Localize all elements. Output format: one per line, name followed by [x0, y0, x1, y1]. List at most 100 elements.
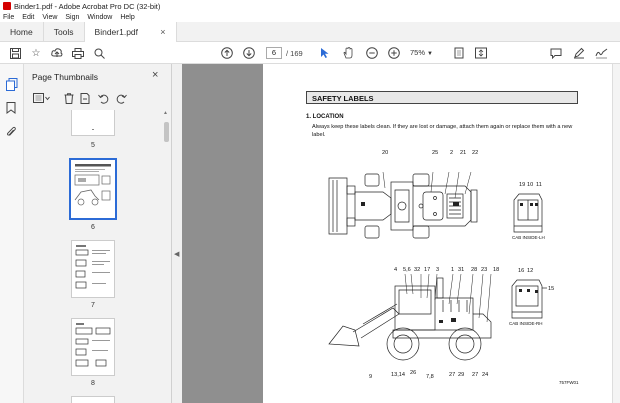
zoom-level-value: 75% [410, 48, 426, 57]
fit-page-icon[interactable] [452, 46, 466, 60]
callout-7-8: 7,8 [426, 374, 434, 380]
thumbnail-label-7: 7 [91, 302, 95, 309]
collapse-panel-icon[interactable]: ◀ [174, 250, 179, 258]
menu-help[interactable]: Help [120, 14, 134, 21]
thumbnail-label-6: 6 [91, 224, 95, 231]
tab-tools[interactable]: Tools [44, 22, 85, 42]
menu-bar: File Edit View Sign Window Help [0, 12, 620, 22]
select-arrow-icon[interactable] [318, 46, 332, 60]
callout-1: 1 [451, 267, 455, 273]
rotate-left-icon[interactable] [96, 92, 110, 104]
document-page: SAFETY LABELS 1. LOCATION Always keep th… [263, 64, 620, 403]
panel-toolbar [30, 90, 166, 106]
menu-edit[interactable]: Edit [22, 14, 34, 21]
thumbnail-page-9[interactable] [71, 396, 115, 403]
callout-27-b: 27 [472, 372, 479, 378]
loader-side-view-figure [328, 274, 492, 361]
callout-27-a: 27 [449, 372, 456, 378]
cab-inside-lh-figure [513, 193, 543, 233]
thumbnails-list: 5 6 7 8 ▲ [24, 110, 172, 403]
location-heading: 1. LOCATION [306, 114, 344, 120]
search-icon[interactable] [92, 46, 106, 60]
menu-view[interactable]: View [42, 14, 57, 21]
callout-11: 11 [536, 182, 542, 188]
sign-icon[interactable] [594, 46, 608, 60]
callout-29: 29 [458, 372, 465, 378]
callout-31: 31 [458, 267, 465, 273]
save-icon[interactable] [8, 46, 22, 60]
zoom-level-select[interactable]: 75% ▼ [410, 47, 440, 59]
section-title-bar: SAFETY LABELS [306, 91, 578, 104]
bookmarks-icon[interactable] [6, 102, 18, 114]
page-up-icon[interactable] [220, 46, 234, 60]
callout-23: 23 [481, 267, 488, 273]
scrollbar-thumb[interactable] [164, 122, 169, 142]
comment-icon[interactable] [549, 46, 563, 60]
callout-22: 22 [472, 150, 479, 156]
zoom-in-icon[interactable] [387, 46, 401, 60]
window-title: Binder1.pdf - Adobe Acrobat Pro DC (32-b… [14, 1, 161, 11]
callout-16: 16 [518, 268, 525, 274]
callout-21: 21 [460, 150, 467, 156]
tab-document[interactable]: Binder1.pdf × [84, 22, 177, 42]
bookmark-star-icon[interactable]: ☆ [29, 46, 43, 60]
tab-bar: Home Tools Binder1.pdf × [0, 22, 620, 42]
toolbar: ☆ 6 / 169 75% ▼ [0, 42, 620, 64]
delete-page-icon[interactable] [62, 92, 76, 104]
cab-inside-rh-label: CAB INSIDE-RH [509, 321, 543, 326]
zoom-out-icon[interactable] [365, 46, 379, 60]
options-menu-icon[interactable] [32, 92, 52, 104]
tab-document-label: Binder1.pdf [94, 27, 139, 37]
thumbnail-page-7[interactable] [71, 240, 115, 298]
tab-home[interactable]: Home [0, 22, 44, 42]
title-bar: Binder1.pdf - Adobe Acrobat Pro DC (32-b… [0, 0, 620, 12]
thumbnail-page-5[interactable] [71, 110, 115, 136]
menu-window[interactable]: Window [87, 14, 112, 21]
page-number-input[interactable]: 6 [266, 47, 282, 59]
print-icon[interactable] [71, 46, 85, 60]
loader-top-view-figure [328, 171, 478, 239]
tab-tools-label: Tools [53, 27, 74, 37]
callout-28: 28 [471, 267, 478, 273]
page-thumbnails-icon[interactable] [6, 78, 18, 91]
document-viewer-background [182, 64, 263, 403]
upload-icon[interactable] [50, 46, 64, 60]
section-title: SAFETY LABELS [312, 94, 374, 103]
thumbnail-page-8[interactable] [71, 318, 115, 376]
panel-title: Page Thumbnails [32, 72, 98, 82]
menu-file[interactable]: File [3, 14, 14, 21]
figure-code: 757FW01 [559, 380, 579, 385]
callout-18: 18 [493, 267, 500, 273]
chevron-down-icon: ▼ [427, 51, 433, 57]
menu-sign[interactable]: Sign [65, 14, 79, 21]
tab-close-icon[interactable]: × [160, 27, 165, 37]
thumbnail-label-5: 5 [91, 142, 95, 149]
rotate-right-icon[interactable] [114, 92, 128, 104]
right-panel-edge [612, 64, 620, 403]
callout-32: 32 [414, 267, 421, 273]
scroll-up-icon[interactable]: ▲ [163, 110, 168, 116]
hand-icon[interactable] [341, 46, 355, 60]
cab-inside-lh-label: CAB INSIDE-LH [512, 235, 545, 240]
navigation-rail [0, 64, 24, 403]
thumbnail-page-6[interactable] [69, 158, 117, 220]
attachments-icon[interactable] [6, 126, 18, 138]
callout-19: 19 [519, 182, 526, 188]
callout-5-6: 5,6 [403, 267, 411, 273]
callout-15: 15 [548, 286, 555, 292]
callout-9: 9 [369, 374, 373, 380]
callout-20: 20 [382, 150, 389, 156]
extract-page-icon[interactable] [78, 92, 92, 104]
tab-home-label: Home [10, 27, 33, 37]
page-total: / 169 [286, 49, 303, 58]
highlight-icon[interactable] [572, 46, 586, 60]
thumbnails-scrollbar[interactable]: ▲ [163, 110, 170, 403]
instructions-paragraph: Always keep these labels clean. If they … [312, 124, 573, 138]
callout-25: 25 [432, 150, 439, 156]
scroll-mode-icon[interactable] [474, 46, 488, 60]
callout-13-14: 13,14 [391, 372, 405, 378]
page-down-icon[interactable] [242, 46, 256, 60]
thumbnails-panel: Page Thumbnails × 5 6 7 8 ▲ [24, 64, 172, 403]
panel-close-icon[interactable]: × [152, 69, 158, 81]
callout-3: 3 [436, 267, 440, 273]
